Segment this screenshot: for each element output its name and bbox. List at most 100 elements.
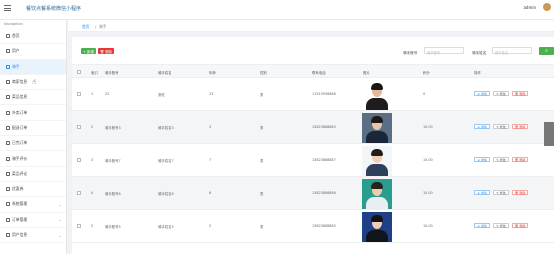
filter-account-label: 骑手账号 (403, 51, 418, 55)
cell-age: 5 (209, 224, 212, 228)
rider-photo (362, 112, 392, 143)
cell-phone: 13823888887 (312, 158, 336, 162)
sidebar-item[interactable]: 外卖订单 (0, 105, 66, 121)
th-photo: 照片 (363, 71, 370, 75)
edit-button[interactable]: ✎ 修改 (493, 124, 509, 129)
row-checkbox[interactable] (77, 191, 81, 195)
edit-button[interactable]: ✎ 修改 (493, 223, 509, 228)
sidebar-item[interactable]: 优惠券 (0, 182, 66, 198)
cell-points: 0 (423, 92, 426, 96)
sidebar-item[interactable]: 菜品评论 (0, 167, 66, 182)
edit-button[interactable]: ✎ 修改 (493, 190, 509, 195)
row-checkbox[interactable] (77, 158, 81, 162)
avatar[interactable] (543, 3, 551, 11)
cell-age: 6 (209, 191, 212, 195)
sidebar-item-label: 已完订单 (12, 140, 28, 146)
edit-button[interactable]: ✎ 修改 (493, 91, 509, 96)
orders-icon (6, 217, 10, 222)
th-account: 骑手账号 (105, 71, 119, 75)
th-actions: 操作 (474, 71, 481, 75)
store-icon (6, 80, 10, 85)
breadcrumb-home[interactable]: 首页 (82, 24, 90, 30)
row-checkbox[interactable] (77, 125, 81, 129)
cell-phone: 11915556688 (312, 92, 336, 96)
rider-photo (362, 211, 392, 242)
th-index: 索引 (91, 71, 98, 75)
username[interactable]: admin (523, 5, 536, 10)
row-delete-button[interactable]: 🗑 删除 (512, 223, 528, 228)
chevron-down-icon: ⌄ (58, 201, 62, 207)
sidebar-item[interactable]: 用户信息 ⌄ (0, 228, 66, 244)
dish-icon (6, 95, 10, 100)
sidebar-item[interactable]: 商家信息 ☝ (0, 75, 66, 91)
sidebar-item[interactable]: 配送订单 (0, 121, 66, 137)
table-row[interactable]: 4 骑手账号6 骑手姓名6 6 男 13823888886 10.00 ≡ 详情 ✎ 修改 🗑 删… (72, 177, 554, 210)
sidebar-item-label: 菜品评论 (12, 170, 28, 176)
cell-account: 骑手账号6 (105, 192, 121, 196)
table-row[interactable]: 2 骑手账号3 骑手姓名3 3 男 13823888883 10.00 ≡ 详情 ✎ 修改 🗑 删… (72, 111, 554, 144)
sidebar-item-label: 用户信息 (12, 232, 28, 237)
user-icon (6, 49, 10, 54)
add-button[interactable]: + 新增 (81, 48, 96, 54)
th-phone: 联系电话 (312, 71, 326, 75)
search-button[interactable]: ⌕ (539, 47, 554, 55)
cell-gender: 男 (260, 192, 264, 196)
edit-button[interactable]: ✎ 修改 (493, 157, 509, 162)
sidebar-item[interactable]: 订单管理 ⌄ (0, 213, 66, 228)
detail-button[interactable]: ≡ 详情 (474, 124, 490, 129)
cell-age: 3 (209, 125, 212, 129)
profile-icon (6, 233, 10, 237)
cell-index: 5 (91, 224, 94, 228)
table-row[interactable]: 1 22 张旺 23 男 11915556688 0 ≡ 详情 ✎ 修改 🗑 删除 (72, 78, 554, 111)
filter-name-input[interactable]: 骑手姓名 (492, 47, 532, 55)
select-all-checkbox[interactable] (77, 70, 81, 74)
sidebar-item[interactable]: 首页 (0, 29, 66, 45)
detail-button[interactable]: ≡ 详情 (474, 91, 490, 96)
th-age: 年龄 (209, 71, 216, 75)
row-checkbox[interactable] (77, 224, 81, 228)
row-delete-button[interactable]: 🗑 删除 (512, 91, 528, 96)
detail-button[interactable]: ≡ 详情 (474, 223, 490, 228)
cell-name: 骑手姓名7 (158, 159, 174, 163)
row-delete-button[interactable]: 🗑 删除 (512, 124, 528, 129)
rider-icon (6, 64, 10, 69)
sidebar-item[interactable]: 用户 (0, 44, 66, 60)
sidebar-item[interactable]: 已完订单 (0, 136, 66, 152)
cell-age: 23 (209, 92, 214, 96)
side-float-tab[interactable] (544, 122, 554, 146)
table-row[interactable]: 3 骑手账号7 骑手姓名7 7 男 13823888887 10.00 ≡ 详情 ✎ 修改 🗑 删… (72, 144, 554, 177)
rider-photo (362, 178, 392, 209)
cell-account: 22 (105, 92, 110, 96)
cell-name: 骑手姓名5 (158, 225, 174, 229)
sidebar-item[interactable]: 系统管理 ⌄ (0, 197, 66, 213)
filter-account-input[interactable]: 骑手账号 (424, 47, 464, 55)
cell-account: 骑手账号5 (105, 225, 121, 229)
sidebar-item-label: 订单管理 (12, 216, 28, 222)
table-row[interactable]: 5 骑手账号5 骑手姓名5 5 男 13823888885 10.00 ≡ 详情 ✎ 修改 🗑 删… (72, 210, 554, 243)
detail-button[interactable]: ≡ 详情 (474, 157, 490, 162)
top-bar: 餐饮点餐系统微信小程序 admin (0, 0, 554, 20)
review-icon (6, 156, 10, 161)
delete-button[interactable]: 🗑 删除 (98, 48, 114, 54)
menu-toggle-icon[interactable] (4, 5, 11, 11)
delivery-icon (6, 125, 10, 130)
sidebar-item[interactable]: 菜品信息 (0, 90, 66, 106)
cell-index: 4 (91, 191, 94, 195)
th-points: 积分 (423, 71, 430, 75)
cell-phone: 13823888885 (312, 224, 336, 228)
cell-points: 10.00 (423, 191, 433, 195)
sidebar-item-label: 系统管理 (12, 201, 28, 207)
row-delete-button[interactable]: 🗑 删除 (512, 190, 528, 195)
sidebar: Navigation 首页 用户 骑手 商家信息 ☝ 菜品信息 外卖订单 配送订单 已完订单 骑手… (0, 20, 67, 254)
cell-phone: 13823888883 (312, 125, 336, 129)
cell-gender: 男 (260, 225, 264, 229)
sidebar-item[interactable]: 骑手评价 (0, 151, 66, 167)
cell-name: 骑手姓名3 (158, 126, 174, 130)
row-checkbox[interactable] (77, 92, 81, 96)
row-delete-button[interactable]: 🗑 删除 (512, 157, 528, 162)
breadcrumb: 首页 / 骑手 (68, 20, 554, 32)
cell-name: 骑手姓名6 (158, 192, 174, 196)
detail-button[interactable]: ≡ 详情 (474, 190, 490, 195)
sidebar-item[interactable]: 骑手 (0, 59, 66, 75)
cell-points: 10.00 (423, 125, 433, 129)
